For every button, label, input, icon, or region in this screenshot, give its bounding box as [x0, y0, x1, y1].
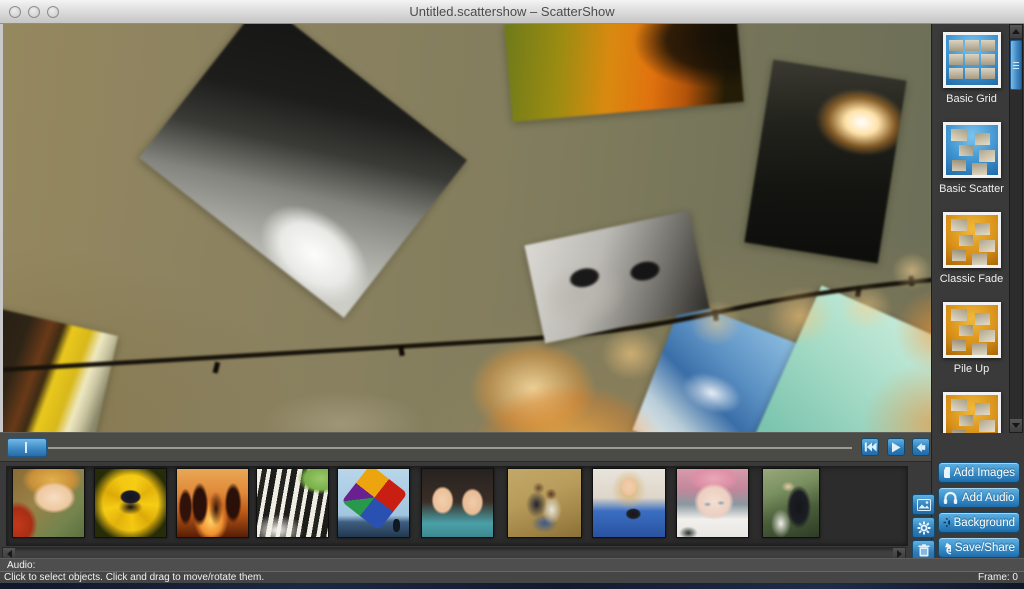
play-icon — [891, 442, 901, 453]
save-share-button[interactable]: Save/Share — [938, 537, 1020, 558]
add-images-label: Add Images — [954, 467, 1015, 479]
media-thumbnail[interactable] — [676, 468, 749, 538]
desktop-strip — [0, 583, 1024, 589]
gear-icon — [917, 521, 931, 535]
settings-button[interactable] — [912, 517, 935, 538]
scroll-down-button[interactable] — [1010, 419, 1022, 432]
timeline-bar — [0, 432, 931, 462]
template-item-partial[interactable] — [932, 384, 1011, 433]
media-bin-panel — [0, 462, 931, 558]
media-thumbnail[interactable] — [256, 468, 329, 538]
template-item-classic-fade[interactable]: Classic Fade — [932, 204, 1011, 294]
scattershow-window: Untitled.scattershow – ScatterShow — [0, 0, 1024, 589]
arrow-right-icon — [897, 550, 902, 558]
media-thumbnail[interactable] — [592, 468, 666, 538]
media-thumbnail[interactable] — [507, 468, 582, 538]
status-bar: Click to select objects. Click and drag … — [0, 571, 1024, 583]
template-label: Basic Grid — [932, 93, 1011, 105]
template-scrollbar[interactable] — [1009, 24, 1023, 433]
template-art-grid — [946, 35, 998, 85]
template-item-pile-up[interactable]: Pile Up — [932, 294, 1011, 384]
background-label: Background — [954, 517, 1015, 529]
add-images-button[interactable]: Add Images — [938, 462, 1020, 483]
trash-icon — [918, 544, 930, 557]
camera-icon — [943, 466, 950, 479]
slideshow-preview-canvas[interactable] — [0, 24, 931, 432]
template-label: Basic Scatter — [932, 183, 1011, 195]
photo-icon — [917, 499, 931, 511]
scrollbar-thumb[interactable] — [1010, 40, 1022, 90]
save-share-label: Save/Share — [955, 542, 1015, 554]
media-thumbnail[interactable] — [176, 468, 249, 538]
audio-status-bar: Audio: — [0, 558, 1024, 571]
template-item-basic-scatter[interactable]: Basic Scatter — [932, 114, 1011, 204]
arrow-down-icon — [1012, 423, 1020, 428]
audio-label: Audio: — [7, 560, 35, 571]
template-thumbnail — [943, 122, 1001, 178]
audio-mute-button[interactable] — [912, 438, 930, 456]
rewind-button[interactable] — [861, 438, 879, 456]
play-button[interactable] — [887, 438, 905, 456]
timeline-scrubber-handle[interactable] — [7, 438, 47, 457]
sun-icon — [943, 516, 950, 529]
right-panel: Basic Grid Basic Scatter Classic Fade Pi… — [931, 24, 1024, 558]
template-label: Classic Fade — [932, 273, 1011, 285]
speaker-icon — [916, 442, 927, 453]
template-art-scatter — [946, 395, 998, 433]
media-thumbnail[interactable] — [762, 468, 820, 538]
media-thumbnail[interactable] — [337, 468, 410, 538]
template-art-scatter — [946, 125, 998, 175]
arrow-up-icon — [1012, 29, 1020, 34]
add-audio-button[interactable]: Add Audio — [938, 487, 1020, 508]
hint-text: Click to select objects. Click and drag … — [4, 572, 264, 583]
background-button[interactable]: Background — [938, 512, 1020, 533]
template-item-basic-grid[interactable]: Basic Grid — [932, 24, 1011, 114]
preview-scene — [3, 24, 931, 432]
template-thumbnail — [943, 212, 1001, 268]
rewind-icon — [864, 442, 877, 452]
media-thumbnail[interactable] — [94, 468, 167, 538]
timeline-track[interactable] — [48, 447, 852, 449]
titlebar: Untitled.scattershow – ScatterShow — [0, 0, 1024, 24]
template-thumbnail — [943, 32, 1001, 88]
template-art-scatter — [946, 305, 998, 355]
image-settings-button[interactable] — [912, 494, 935, 515]
template-label: Pile Up — [932, 363, 1011, 375]
headphones-icon — [943, 491, 958, 504]
media-thumbnail[interactable] — [12, 468, 85, 538]
window-title: Untitled.scattershow – ScatterShow — [0, 4, 1024, 19]
media-thumbnail[interactable] — [421, 468, 494, 538]
template-thumbnail — [943, 302, 1001, 358]
photo-sunburst[interactable] — [744, 60, 906, 264]
crown-face-icon — [943, 541, 951, 555]
frame-counter: Frame: 0 — [978, 572, 1018, 583]
template-list: Basic Grid Basic Scatter Classic Fade Pi… — [932, 24, 1011, 433]
template-art-scatter — [946, 215, 998, 265]
template-thumbnail — [943, 392, 1001, 433]
scroll-up-button[interactable] — [1010, 25, 1022, 38]
arrow-left-icon — [7, 550, 12, 558]
add-audio-label: Add Audio — [962, 492, 1014, 504]
